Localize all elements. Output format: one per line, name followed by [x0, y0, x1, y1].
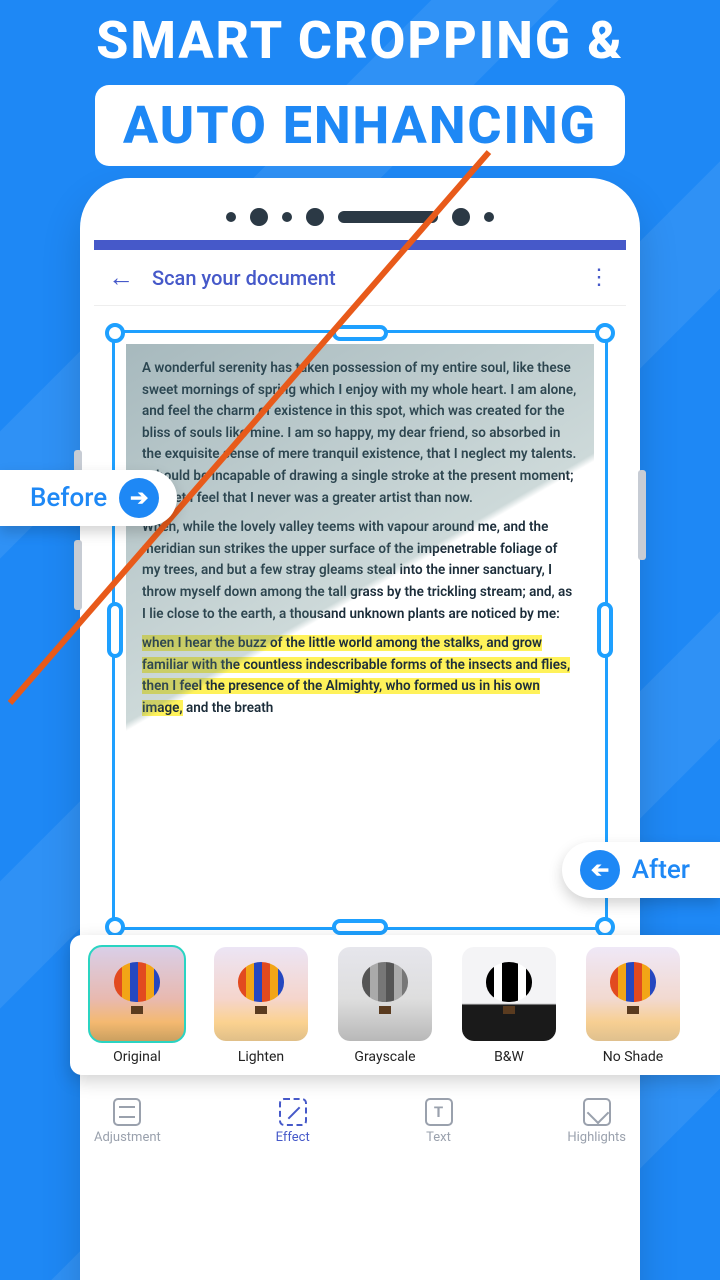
- after-label: After: [632, 855, 690, 885]
- crop-handle-bottom-left[interactable]: [105, 917, 125, 937]
- effect-label-original: Original: [84, 1049, 190, 1065]
- effect-icon: [279, 1098, 307, 1126]
- effect-thumb-lighten[interactable]: [214, 947, 308, 1041]
- adjustment-icon: [113, 1098, 141, 1126]
- effect-grayscale[interactable]: Grayscale: [332, 947, 438, 1065]
- promo-headline: SMART CROPPING & AUTO ENHANCING: [0, 10, 720, 166]
- effect-bw[interactable]: B&W: [456, 947, 562, 1065]
- tab-highlights[interactable]: Highlights: [567, 1098, 626, 1145]
- after-label-pill: ➔ After: [562, 842, 720, 898]
- tab-adjustment[interactable]: Adjustment: [94, 1098, 161, 1145]
- tab-adjustment-label: Adjustment: [94, 1130, 161, 1145]
- effect-label-noshade: No Shade: [580, 1049, 686, 1065]
- tab-highlights-label: Highlights: [567, 1130, 626, 1145]
- effect-lighten[interactable]: Lighten: [208, 947, 314, 1065]
- before-label-pill: Before ➔: [0, 470, 177, 526]
- crop-handle-bottom-right[interactable]: [595, 917, 615, 937]
- phone-volume-down: [74, 540, 82, 610]
- tab-text[interactable]: Text: [425, 1098, 453, 1145]
- headline-line1: SMART CROPPING &: [0, 10, 720, 71]
- crop-handle-left[interactable]: [107, 602, 123, 658]
- arrow-right-icon: ➔: [119, 478, 159, 518]
- crop-handle-right[interactable]: [597, 602, 613, 658]
- effect-thumb-bw[interactable]: [462, 947, 556, 1041]
- bottom-tool-tabs: Adjustment Effect Text Highlights: [94, 1098, 626, 1145]
- phone-sensor-strip: [80, 202, 640, 232]
- headline-line2: AUTO ENHANCING: [95, 85, 625, 166]
- tab-effect-label: Effect: [276, 1130, 310, 1145]
- status-bar: [94, 240, 626, 250]
- crop-rectangle[interactable]: [112, 330, 608, 930]
- effect-original[interactable]: Original: [84, 947, 190, 1065]
- crop-handle-top-left[interactable]: [105, 323, 125, 343]
- more-menu-icon[interactable]: ⋮: [588, 265, 610, 290]
- page-title: Scan your document: [152, 266, 336, 290]
- highlight-icon: [583, 1098, 611, 1126]
- back-arrow-icon[interactable]: ←: [108, 262, 134, 293]
- crop-area[interactable]: A wonderful serenity has taken possessio…: [112, 330, 608, 930]
- crop-handle-top-right[interactable]: [595, 323, 615, 343]
- effect-label-lighten: Lighten: [208, 1049, 314, 1065]
- text-icon: [425, 1098, 453, 1126]
- tab-effect[interactable]: Effect: [276, 1098, 310, 1145]
- before-label: Before: [30, 483, 107, 513]
- effect-label-grayscale: Grayscale: [332, 1049, 438, 1065]
- phone-power-button: [638, 470, 646, 560]
- effect-thumb-noshade[interactable]: [586, 947, 680, 1041]
- tab-text-label: Text: [425, 1130, 453, 1145]
- arrow-left-icon: ➔: [580, 850, 620, 890]
- crop-handle-bottom[interactable]: [332, 919, 388, 935]
- effect-thumb-original[interactable]: [90, 947, 184, 1041]
- effect-noshade[interactable]: No Shade: [580, 947, 686, 1065]
- effect-thumb-grayscale[interactable]: [338, 947, 432, 1041]
- effect-label-bw: B&W: [456, 1049, 562, 1065]
- effect-filter-strip[interactable]: Original Lighten Grayscale B&W No Shade: [70, 935, 720, 1075]
